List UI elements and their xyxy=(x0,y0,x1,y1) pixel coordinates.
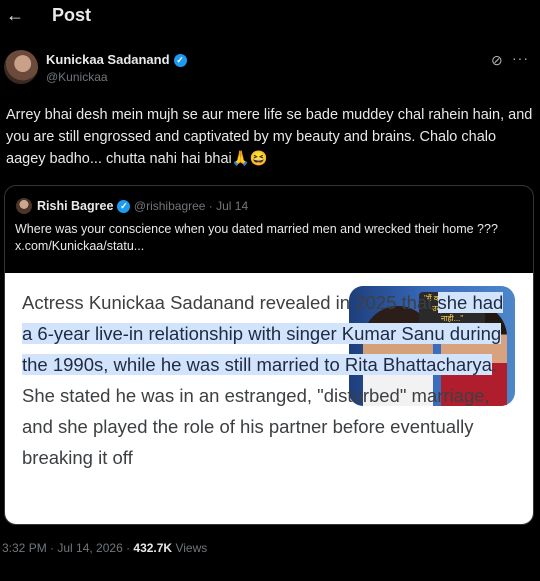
card-article-text: Actress Kunickaa Sadanand revealed in 20… xyxy=(22,287,517,473)
post-timestamp[interactable]: 3:32 PM · Jul 14, 2026 · xyxy=(2,541,133,555)
quoted-author-name[interactable]: Rishi Bagree xyxy=(37,199,113,213)
quoted-image-card[interactable]: "मैं कोसवाली संसार उद्ध्वस्त केला नाही..… xyxy=(5,273,533,524)
quoted-post[interactable]: Rishi Bagree ✓ @rishibagree · Jul 14 Wher… xyxy=(4,185,534,525)
quoted-avatar[interactable] xyxy=(16,198,32,214)
quoted-verified-badge-icon: ✓ xyxy=(117,200,131,213)
author-name[interactable]: Kunickaa Sadanand ✓ xyxy=(46,52,187,67)
post-metadata: 3:32 PM · Jul 14, 2026 · 432.7K Views xyxy=(2,541,207,555)
quoted-handle-date[interactable]: @rishibagree · Jul 14 xyxy=(134,199,248,213)
post-text: Arrey bhai desh mein mujh se aur mere li… xyxy=(6,107,533,167)
quoted-text: Where was your conscience when you dated… xyxy=(15,222,498,253)
author-handle[interactable]: @Kunickaa xyxy=(46,70,108,84)
back-arrow-icon[interactable]: ← xyxy=(6,5,24,26)
views-label: Views xyxy=(172,541,208,555)
more-options-icon[interactable]: ··· xyxy=(512,50,529,66)
quoted-author[interactable]: Rishi Bagree ✓ @rishibagree · Jul 14 xyxy=(37,199,248,213)
author-name-text[interactable]: Kunickaa Sadanand xyxy=(46,52,170,67)
views-count: 432.7K xyxy=(133,541,173,555)
author-avatar[interactable] xyxy=(4,50,38,84)
page-title: Post xyxy=(52,5,92,25)
card-text-part-1: Actress Kunickaa Sadanand revealed in 20… xyxy=(22,292,438,313)
grok-icon[interactable]: ⊘ xyxy=(491,52,503,69)
verified-badge-icon: ✓ xyxy=(173,54,187,67)
top-bar: ← Post xyxy=(0,0,540,34)
